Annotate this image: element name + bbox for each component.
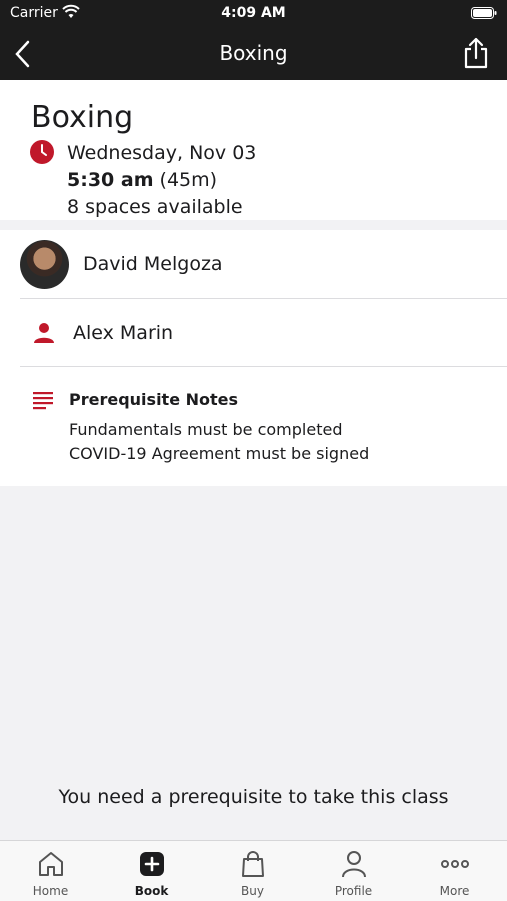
class-duration: (45m)	[159, 169, 218, 191]
section-separator	[0, 220, 507, 230]
share-icon[interactable]	[461, 36, 491, 70]
battery-icon	[471, 7, 497, 19]
tab-bar: Home Book Buy Profile More	[0, 840, 507, 901]
tab-buy[interactable]: Buy	[202, 841, 303, 901]
class-start-time: 5:30 am	[67, 169, 154, 191]
tab-more-label: More	[439, 884, 470, 898]
prerequisite-note: COVID-19 Agreement must be signed	[69, 444, 370, 463]
instructor-row[interactable]: David Melgoza	[0, 230, 507, 298]
notes-list-icon	[33, 392, 53, 410]
tab-home-label: Home	[32, 884, 69, 898]
avatar	[20, 240, 69, 289]
shopping-bag-icon	[242, 851, 264, 877]
tab-book[interactable]: Book	[101, 841, 202, 901]
status-bar: Carrier 4:09 AM	[0, 0, 507, 28]
class-date: Wednesday, Nov 03	[67, 142, 257, 164]
instructor-name: David Melgoza	[83, 253, 223, 275]
assistant-name: Alex Marin	[73, 322, 174, 344]
person-icon	[34, 323, 54, 343]
class-header: Boxing Wednesday, Nov 03 5:30 am (45m) 8…	[0, 80, 507, 220]
prerequisite-note: Fundamentals must be completed	[69, 420, 343, 439]
prerequisite-required-message: You need a prerequisite to take this cla…	[58, 786, 449, 808]
home-icon	[39, 852, 63, 876]
plus-square-icon	[140, 852, 164, 876]
clock-icon	[30, 140, 54, 164]
spaces-available: 8 spaces available	[67, 196, 243, 218]
tab-profile[interactable]: Profile	[303, 841, 404, 901]
nav-title: Boxing	[219, 41, 288, 65]
person-icon	[342, 851, 366, 878]
class-details-card: David Melgoza Alex Marin Prerequisite No…	[0, 230, 507, 486]
prerequisite-notes-title: Prerequisite Notes	[69, 390, 239, 409]
tab-buy-label: Buy	[241, 884, 264, 898]
tab-more[interactable]: More	[404, 841, 505, 901]
status-time: 4:09 AM	[221, 5, 286, 21]
more-dots-icon	[441, 860, 469, 868]
tab-home[interactable]: Home	[0, 841, 101, 901]
tab-book-label: Book	[134, 884, 169, 898]
navigation-bar: Boxing	[0, 28, 507, 80]
divider	[20, 366, 507, 367]
class-title: Boxing	[31, 100, 134, 135]
assistant-row[interactable]: Alex Marin	[0, 299, 507, 366]
class-time: 5:30 am (45m)	[67, 169, 217, 191]
tab-profile-label: Profile	[334, 884, 373, 898]
